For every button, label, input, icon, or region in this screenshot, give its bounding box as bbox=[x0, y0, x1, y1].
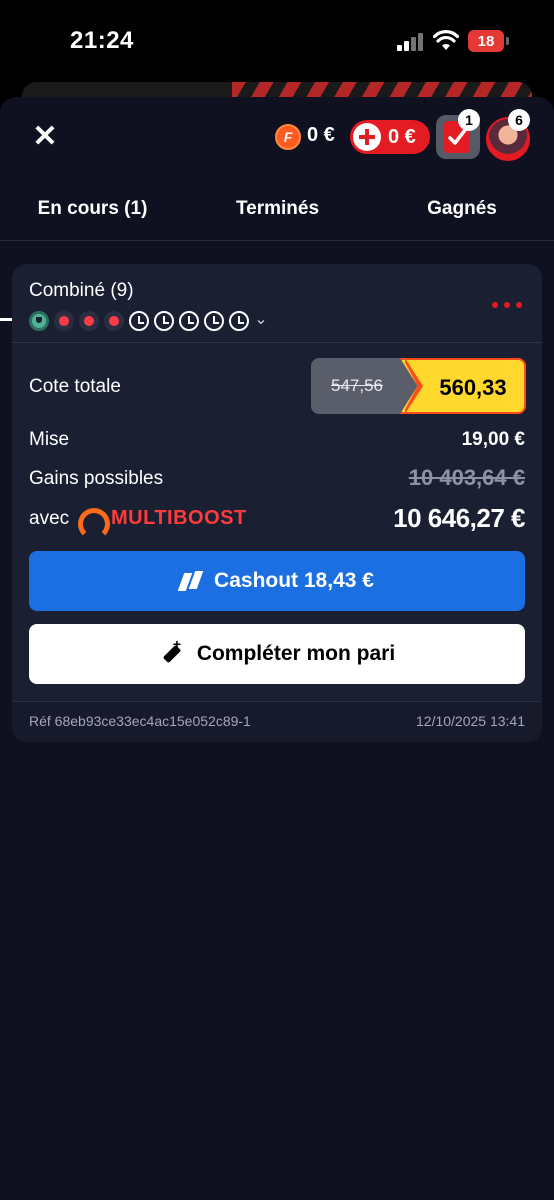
betslip-count-badge: 1 bbox=[458, 109, 480, 131]
gains-label: Gains possibles bbox=[29, 468, 164, 489]
signal-icon bbox=[397, 33, 425, 51]
leg-pending-icon bbox=[204, 311, 224, 331]
sheet-header: ✕ F 0 € 0 € 1 6 bbox=[0, 97, 554, 177]
bet-date: 12/10/2025 13:41 bbox=[416, 713, 525, 729]
old-odds: 547,56 bbox=[331, 376, 383, 395]
complete-bet-button[interactable]: Compléter mon pari bbox=[29, 624, 525, 684]
my-bets-sheet: ✕ F 0 € 0 € 1 6 En cours (1) Terminés Ga… bbox=[0, 97, 554, 1200]
boosted-odds: 560,33 bbox=[439, 375, 507, 400]
bets-tabs: En cours (1) Terminés Gagnés bbox=[0, 177, 554, 321]
f-coin-icon: F bbox=[275, 124, 301, 150]
tab-finished[interactable]: Terminés bbox=[185, 177, 370, 241]
leg-lost-icon bbox=[104, 311, 124, 331]
close-icon: ✕ bbox=[32, 119, 58, 153]
bet-card-footer: Réf 68eb93ce33ec4ac15e052c89-1 12/10/202… bbox=[12, 701, 542, 742]
chevron-down-icon[interactable]: ⌄ bbox=[251, 310, 271, 330]
divider bbox=[12, 342, 542, 343]
cashout-button[interactable]: Cashout 18,43 € bbox=[29, 551, 525, 611]
old-odds-box: 547,56 bbox=[311, 358, 421, 414]
old-gains: 10 403,64 € bbox=[408, 465, 525, 490]
close-button[interactable]: ✕ bbox=[28, 119, 62, 153]
deposit-balance-button[interactable]: 0 € bbox=[350, 120, 430, 154]
complete-bet-label: Compléter mon pari bbox=[196, 642, 396, 665]
multiboost-label: MULTIBOOST bbox=[111, 507, 247, 529]
boosted-gains: 10 646,27 € bbox=[393, 503, 525, 533]
wifi-icon bbox=[433, 30, 459, 50]
pencil-plus-icon bbox=[159, 636, 183, 666]
cashout-label: Cashout 18,43 € bbox=[214, 569, 374, 592]
bet-title: Combiné (9) bbox=[29, 280, 134, 301]
status-time: 21:24 bbox=[70, 27, 134, 54]
stake-label: Mise bbox=[29, 429, 70, 450]
bet-card: Combiné (9) ⌄ Cote totale 547,56 560,33 … bbox=[12, 264, 542, 742]
leg-lost-icon bbox=[54, 311, 74, 331]
leg-won-icon bbox=[29, 311, 49, 331]
leg-pending-icon bbox=[229, 311, 249, 331]
bet-reference: Réf 68eb93ce33ec4ac15e052c89-1 bbox=[29, 713, 251, 729]
f-balance[interactable]: 0 € bbox=[307, 124, 335, 147]
leg-lost-icon bbox=[79, 311, 99, 331]
avatar-count-badge: 6 bbox=[508, 109, 530, 131]
cashout-icon bbox=[180, 570, 202, 592]
stake-value: 19,00 € bbox=[461, 429, 525, 450]
more-options-icon[interactable] bbox=[492, 302, 522, 308]
tab-in-progress[interactable]: En cours (1) bbox=[0, 177, 185, 241]
bonus-balance: 0 € bbox=[388, 126, 416, 148]
odds-label: Cote totale bbox=[29, 376, 121, 397]
status-bar: 21:24 18 bbox=[0, 0, 554, 84]
plus-icon bbox=[353, 123, 381, 151]
battery-indicator: 18 bbox=[468, 30, 504, 52]
boost-prefix: avec bbox=[29, 508, 70, 529]
battery-tip bbox=[506, 37, 509, 45]
leg-pending-icon bbox=[179, 311, 199, 331]
leg-pending-icon bbox=[154, 311, 174, 331]
multiboost-icon bbox=[78, 508, 110, 540]
tab-won[interactable]: Gagnés bbox=[370, 177, 554, 241]
leg-pending-icon bbox=[129, 311, 149, 331]
